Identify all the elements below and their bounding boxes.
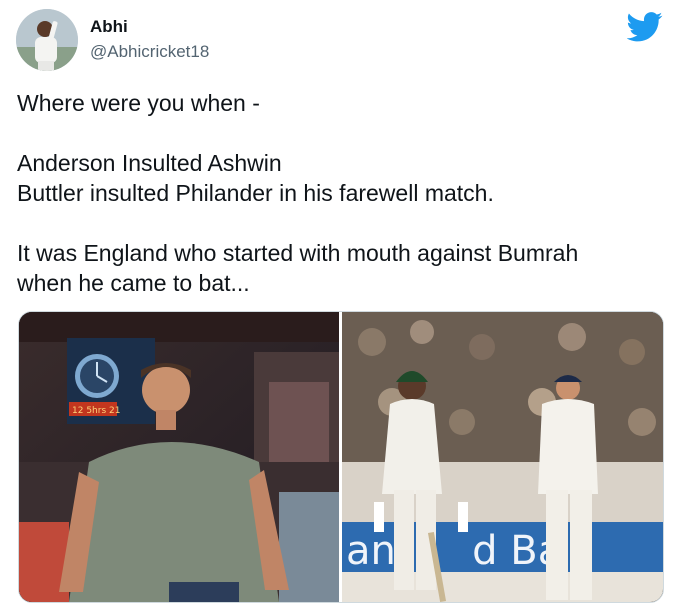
- author-display-name[interactable]: Abhi: [90, 17, 128, 37]
- tweet-card: Abhi @Abhicricket18 Where were you when …: [0, 0, 679, 603]
- twitter-bird-icon[interactable]: [627, 12, 663, 42]
- media-photo-right[interactable]: an d Ba: [342, 312, 663, 602]
- avatar-photo: [16, 9, 78, 71]
- author-handle[interactable]: @Abhicricket18: [90, 42, 209, 62]
- tweet-line: Anderson Insulted Ashwin: [17, 150, 282, 176]
- tweet-text: Where were you when - Anderson Insulted …: [17, 88, 667, 298]
- tweet-line: It was England who started with mouth ag…: [17, 240, 579, 266]
- tweet-line: Where were you when -: [17, 90, 260, 116]
- tweet-media-grid: 12 5hrs 21 an d Ba: [18, 311, 664, 603]
- author-avatar[interactable]: [16, 9, 78, 71]
- tweet-line: Buttler insulted Philander in his farewe…: [17, 180, 494, 206]
- tweet-line-break: [17, 118, 667, 148]
- banner-text: an d Ba: [346, 528, 562, 574]
- tweet-line-break: [17, 208, 667, 238]
- scoreboard-text: 12 5hrs 21: [72, 406, 120, 416]
- tweet-line: when he came to bat...: [17, 270, 250, 296]
- media-photo-left[interactable]: 12 5hrs 21: [19, 312, 339, 602]
